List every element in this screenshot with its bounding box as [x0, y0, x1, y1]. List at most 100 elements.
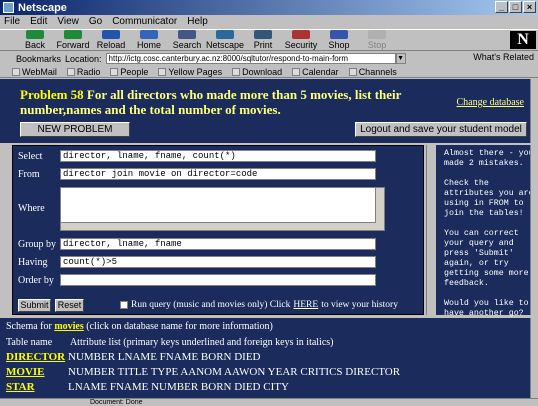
- menu-file[interactable]: File: [4, 16, 20, 27]
- menu-help[interactable]: Help: [187, 16, 208, 27]
- bookmark-icon: [158, 67, 167, 76]
- bookmarks-button[interactable]: Bookmarks: [16, 54, 61, 64]
- chevron-down-icon[interactable]: ▼: [395, 53, 406, 64]
- schema-row: STAR LNAME FNAME NUMBER BORN DIED CITY: [6, 381, 289, 393]
- schema-column-headers: Table name Attribute list (primary keys …: [6, 337, 334, 348]
- where-label: Where: [18, 203, 45, 214]
- people-link[interactable]: People: [110, 67, 148, 77]
- toolbar-label: Shop: [328, 40, 350, 50]
- change-database-link[interactable]: Change database: [457, 97, 524, 108]
- toolbar-label: Search: [172, 40, 202, 50]
- run-query-option: Run query (music and movies only) Click …: [120, 300, 398, 310]
- table-link-star[interactable]: STAR: [6, 381, 68, 393]
- netscape-button[interactable]: Netscape: [206, 30, 244, 50]
- title-bar: Netscape _ □ ×: [0, 0, 538, 15]
- print-button[interactable]: Print: [244, 30, 282, 50]
- forward-button[interactable]: Forward: [54, 30, 92, 50]
- bookmark-icon: [348, 67, 357, 76]
- print-icon: [254, 30, 272, 39]
- toolbar-label: Home: [136, 40, 161, 50]
- window-title: Netscape: [18, 1, 67, 14]
- schema-row: MOVIE NUMBER TITLE TYPE AANOM AAWON YEAR…: [6, 366, 400, 378]
- form-scrollbar[interactable]: [426, 145, 434, 315]
- toolbar-label: Print: [253, 40, 273, 50]
- reload-icon: [102, 30, 120, 39]
- close-button[interactable]: ×: [523, 1, 536, 13]
- run-query-checkbox[interactable]: [120, 301, 128, 309]
- menu-communicator[interactable]: Communicator: [112, 16, 177, 27]
- having-label: Having: [18, 257, 48, 268]
- menu-bar: File Edit View Go Communicator Help: [0, 15, 538, 28]
- forward-arrow-icon: [64, 30, 82, 39]
- menu-view[interactable]: View: [57, 16, 79, 27]
- yellow-pages-link[interactable]: Yellow Pages: [158, 67, 222, 77]
- toolbar-label: Forward: [56, 40, 90, 50]
- groupby-input[interactable]: director, lname, fname: [60, 238, 376, 250]
- schema-header: Schema for movies (click on database nam…: [6, 321, 273, 332]
- having-input[interactable]: count(*)>5: [60, 256, 376, 268]
- bookmark-icon: [110, 67, 119, 76]
- schema-row: DIRECTOR NUMBER LNAME FNAME BORN DIED: [6, 351, 261, 363]
- reload-button[interactable]: Reload: [92, 30, 130, 50]
- browser-window: Netscape _ □ × File Edit View Go Communi…: [0, 0, 538, 406]
- problem-statement: Problem 58 For all directors who made mo…: [20, 87, 440, 117]
- netscape-icon: [216, 30, 234, 39]
- menu-go[interactable]: Go: [89, 16, 102, 27]
- back-button[interactable]: Back: [16, 30, 54, 50]
- table-attributes: NUMBER LNAME FNAME BORN DIED: [68, 351, 261, 363]
- table-attributes: NUMBER TITLE TYPE AANOM AAWON YEAR CRITI…: [68, 366, 401, 378]
- navigation-toolbar: Back Forward Reload Home Search Netscape Print…: [0, 29, 538, 51]
- schema-scrollbar[interactable]: [530, 318, 538, 398]
- table-link-movie[interactable]: MOVIE: [6, 366, 68, 378]
- logout-button[interactable]: Logout and save your student model: [355, 122, 527, 137]
- select-label: Select: [18, 151, 43, 162]
- groupby-label: Group by: [18, 239, 57, 250]
- calendar-link[interactable]: Calendar: [292, 67, 339, 77]
- orderby-input[interactable]: [60, 274, 376, 286]
- database-link[interactable]: movies: [54, 321, 83, 332]
- new-problem-button[interactable]: NEW PROBLEM: [20, 122, 130, 137]
- search-button[interactable]: Search: [168, 30, 206, 50]
- minimize-button[interactable]: _: [495, 1, 508, 13]
- toolbar-label: Reload: [96, 40, 126, 50]
- netscape-n-logo: N: [510, 31, 536, 49]
- table-link-director[interactable]: DIRECTOR: [6, 351, 68, 363]
- toolbar-label: Netscape: [205, 40, 245, 50]
- feedback-scrollbar[interactable]: [530, 145, 538, 315]
- schema-panel: Schema for movies (click on database nam…: [0, 318, 530, 398]
- bookmark-icon: [292, 67, 301, 76]
- location-label: Location:: [65, 53, 102, 64]
- from-input[interactable]: director join movie on director=code: [60, 168, 376, 180]
- whats-related-button[interactable]: What's Related: [473, 52, 534, 62]
- run-query-text: Run query (music and movies only) Click: [131, 300, 291, 310]
- submit-button[interactable]: Submit: [18, 299, 51, 312]
- table-name-header: Table name: [6, 337, 53, 348]
- maximize-button[interactable]: □: [509, 1, 522, 13]
- reset-button[interactable]: Reset: [55, 299, 84, 312]
- bookmark-icon: [66, 67, 75, 76]
- webmail-link[interactable]: WebMail: [12, 67, 57, 77]
- menu-edit[interactable]: Edit: [30, 16, 47, 27]
- select-input[interactable]: director, lname, fname, count(*): [60, 150, 376, 162]
- window-controls: _ □ ×: [495, 1, 536, 13]
- location-bar: Bookmarks Location: http://ictg.cosc.can…: [0, 52, 538, 65]
- shop-button[interactable]: Shop: [320, 30, 358, 50]
- home-button[interactable]: Home: [130, 30, 168, 50]
- toolbar-label: Security: [284, 40, 318, 50]
- back-arrow-icon: [26, 30, 44, 39]
- where-horizontal-scrollbar[interactable]: [61, 222, 376, 230]
- security-button[interactable]: Security: [282, 30, 320, 50]
- where-textarea[interactable]: [60, 187, 385, 231]
- home-icon: [140, 30, 158, 39]
- problem-scrollbar[interactable]: [530, 79, 538, 143]
- history-link[interactable]: HERE: [293, 300, 318, 310]
- radio-link[interactable]: Radio: [66, 67, 100, 77]
- orderby-label: Order by: [18, 275, 54, 286]
- where-vertical-scrollbar[interactable]: [375, 188, 384, 230]
- status-bar: Document: Done: [0, 398, 538, 406]
- query-form: Select director, lname, fname, count(*) …: [12, 145, 424, 315]
- from-label: From: [18, 169, 40, 180]
- url-field[interactable]: http://ictg.cosc.canterbury.ac.nz:8000/s…: [105, 53, 396, 64]
- download-link[interactable]: Download: [232, 67, 282, 77]
- channels-link[interactable]: Channels: [348, 67, 397, 77]
